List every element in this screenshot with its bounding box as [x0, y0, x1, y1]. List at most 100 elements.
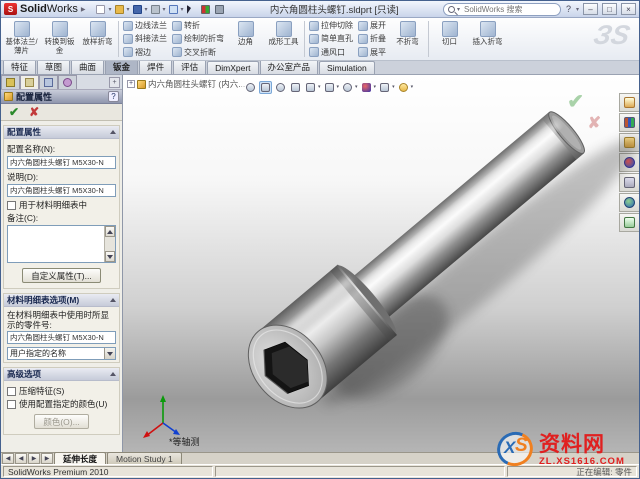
corners-button[interactable]: 边角 [227, 19, 264, 59]
tab-features[interactable]: 特征 [3, 59, 37, 74]
property-manager-icon [25, 78, 34, 87]
maximize-button[interactable]: □ [602, 3, 617, 15]
forming-tool-button[interactable]: 成形工具 [265, 19, 302, 59]
tab-evaluate[interactable]: 评估 [173, 59, 207, 74]
hem-button[interactable]: 褶边 [123, 46, 167, 58]
options-button[interactable] [213, 3, 226, 15]
advanced-options-group-header[interactable]: 高级选项 [4, 368, 119, 381]
tab-sketch[interactable]: 草图 [37, 59, 71, 74]
search-input[interactable] [461, 3, 556, 15]
print-caret[interactable]: ▾ [163, 6, 166, 13]
new-document-button[interactable] [94, 3, 107, 15]
base-flange-button[interactable]: 基体法兰/薄片 [3, 19, 40, 59]
previous-tab-button[interactable]: ◀ [15, 453, 27, 464]
lofted-bend-button[interactable]: 放样折弯 [79, 19, 116, 59]
bom-options-group-header[interactable]: 材料明细表选项(M) [4, 294, 119, 307]
propertymanager-tab[interactable] [20, 75, 39, 89]
tab-surfaces[interactable]: 曲面 [71, 59, 105, 74]
tab-weldments[interactable]: 焊件 [139, 59, 173, 74]
chevron-down-icon [107, 351, 113, 356]
part-number-input[interactable] [7, 331, 116, 344]
save-caret[interactable]: ▾ [145, 6, 148, 13]
featuremanager-tab[interactable] [1, 75, 20, 89]
scroll-down-button[interactable] [105, 251, 115, 262]
solidworks-logo-icon[interactable]: S [4, 3, 17, 15]
open-button[interactable] [113, 3, 126, 15]
next-tab-button[interactable]: ▶ [28, 453, 40, 464]
command-manager-tabs: 特征 草图 曲面 钣金 焊件 评估 DimXpert 办公室产品 Simulat… [1, 59, 639, 75]
print-icon [150, 4, 160, 14]
watermark-site-name: 资料网 [539, 432, 605, 456]
rebuild-button[interactable] [199, 3, 212, 15]
undo-caret[interactable]: ▾ [181, 6, 184, 13]
undo-button[interactable] [167, 3, 180, 15]
configuration-manager-icon [44, 78, 53, 87]
panel-expand-button[interactable]: + [109, 77, 120, 88]
unfold-button[interactable]: 展开 [358, 20, 386, 32]
configurationmanager-tab[interactable] [39, 75, 58, 89]
use-in-bom-checkbox[interactable] [7, 201, 16, 210]
fold-button[interactable]: 折叠 [358, 33, 386, 45]
suppress-features-checkbox[interactable] [7, 387, 16, 396]
ok-button[interactable]: ✔ [9, 105, 19, 119]
convert-to-sheetmetal-button[interactable]: 转换到钣金 [41, 19, 78, 59]
command-manager-ribbon: 基体法兰/薄片 转换到钣金 放样折弯 边线法兰 斜接法兰 褶边 转折 绘制的折弯… [1, 18, 639, 61]
new-caret[interactable]: ▾ [108, 6, 111, 13]
search-box[interactable]: ▾ [442, 2, 561, 16]
collapse-chevron-icon [110, 372, 116, 376]
dimxpertmanager-tab[interactable] [58, 75, 77, 89]
feature-tree-icon [6, 78, 15, 87]
edge-flange-button[interactable]: 边线法兰 [123, 20, 167, 32]
model-tab[interactable]: 延伸长度 [54, 452, 107, 464]
site-watermark: X S 资料网 ZL.XS1616.COM [492, 426, 637, 474]
suppress-features-label: 压缩特征(S) [19, 386, 65, 396]
rip-button[interactable]: 切口 [431, 19, 468, 59]
minimize-button[interactable]: – [583, 3, 598, 15]
insert-bends-button[interactable]: 插入折弯 [469, 19, 506, 59]
dropdown-button[interactable] [104, 348, 115, 359]
search-scope-caret[interactable]: ▾ [457, 6, 460, 13]
simple-hole-button[interactable]: 简单直孔 [309, 33, 353, 45]
description-input[interactable] [7, 184, 116, 197]
miter-flange-button[interactable]: 斜接法兰 [123, 33, 167, 45]
color-button[interactable]: 颜色(O)... [34, 414, 89, 429]
help-button[interactable]: ? [564, 4, 573, 14]
vent-button[interactable]: 通风口 [309, 46, 353, 58]
configuration-name-input[interactable] [7, 156, 116, 169]
tab-sheetmetal[interactable]: 钣金 [105, 59, 139, 74]
motion-study-tab[interactable]: Motion Study 1 [107, 452, 182, 464]
extruded-cut-button[interactable]: 拉伸切除 [309, 20, 353, 32]
screw-model[interactable] [123, 75, 639, 452]
custom-properties-button[interactable]: 自定义属性(T)... [22, 268, 101, 283]
comment-scrollbar[interactable] [104, 226, 115, 262]
configuration-properties-group-header[interactable]: 配置属性 [4, 126, 119, 139]
close-button[interactable]: × [621, 3, 636, 15]
sketched-bend-button[interactable]: 绘制的折弯 [172, 33, 224, 45]
menu-expand-caret[interactable]: ▶ [81, 6, 86, 13]
last-tab-button[interactable]: ▶ [41, 453, 53, 464]
no-bends-button[interactable]: 不折弯 [389, 19, 426, 59]
cross-break-button[interactable]: 交叉折断 [172, 46, 224, 58]
status-product-label: SolidWorks Premium 2010 [3, 466, 213, 477]
save-button[interactable] [131, 3, 144, 15]
panel-tab-strip: + [1, 75, 122, 90]
cancel-button[interactable]: ✘ [29, 105, 39, 119]
tab-simulation[interactable]: Simulation [319, 61, 375, 74]
name-source-dropdown[interactable]: 用户指定的名称 [7, 347, 116, 360]
flatten-button[interactable]: 展平 [358, 46, 386, 58]
options-gear-icon [214, 4, 224, 14]
open-caret[interactable]: ▾ [127, 6, 130, 13]
select-button[interactable] [185, 3, 198, 15]
comment-textarea[interactable] [8, 226, 104, 262]
graphics-viewport[interactable]: + 内六角圆柱头螺钉 (内六... ▾ ▾ ▾ ▾ ▾ ▾ ✔ ✘ *等轴测 [123, 75, 639, 452]
scroll-up-button[interactable] [105, 226, 115, 237]
tab-dimxpert[interactable]: DimXpert [207, 61, 259, 74]
jog-button[interactable]: 转折 [172, 20, 224, 32]
app-name[interactable]: SolidWorks [20, 3, 78, 15]
first-tab-button[interactable]: ◀ [2, 453, 14, 464]
tab-office-products[interactable]: 办公室产品 [259, 59, 319, 74]
help-caret[interactable]: ▾ [576, 6, 579, 13]
pm-help-button[interactable]: ? [108, 91, 119, 102]
config-color-checkbox[interactable] [7, 400, 16, 409]
print-button[interactable] [149, 3, 162, 15]
